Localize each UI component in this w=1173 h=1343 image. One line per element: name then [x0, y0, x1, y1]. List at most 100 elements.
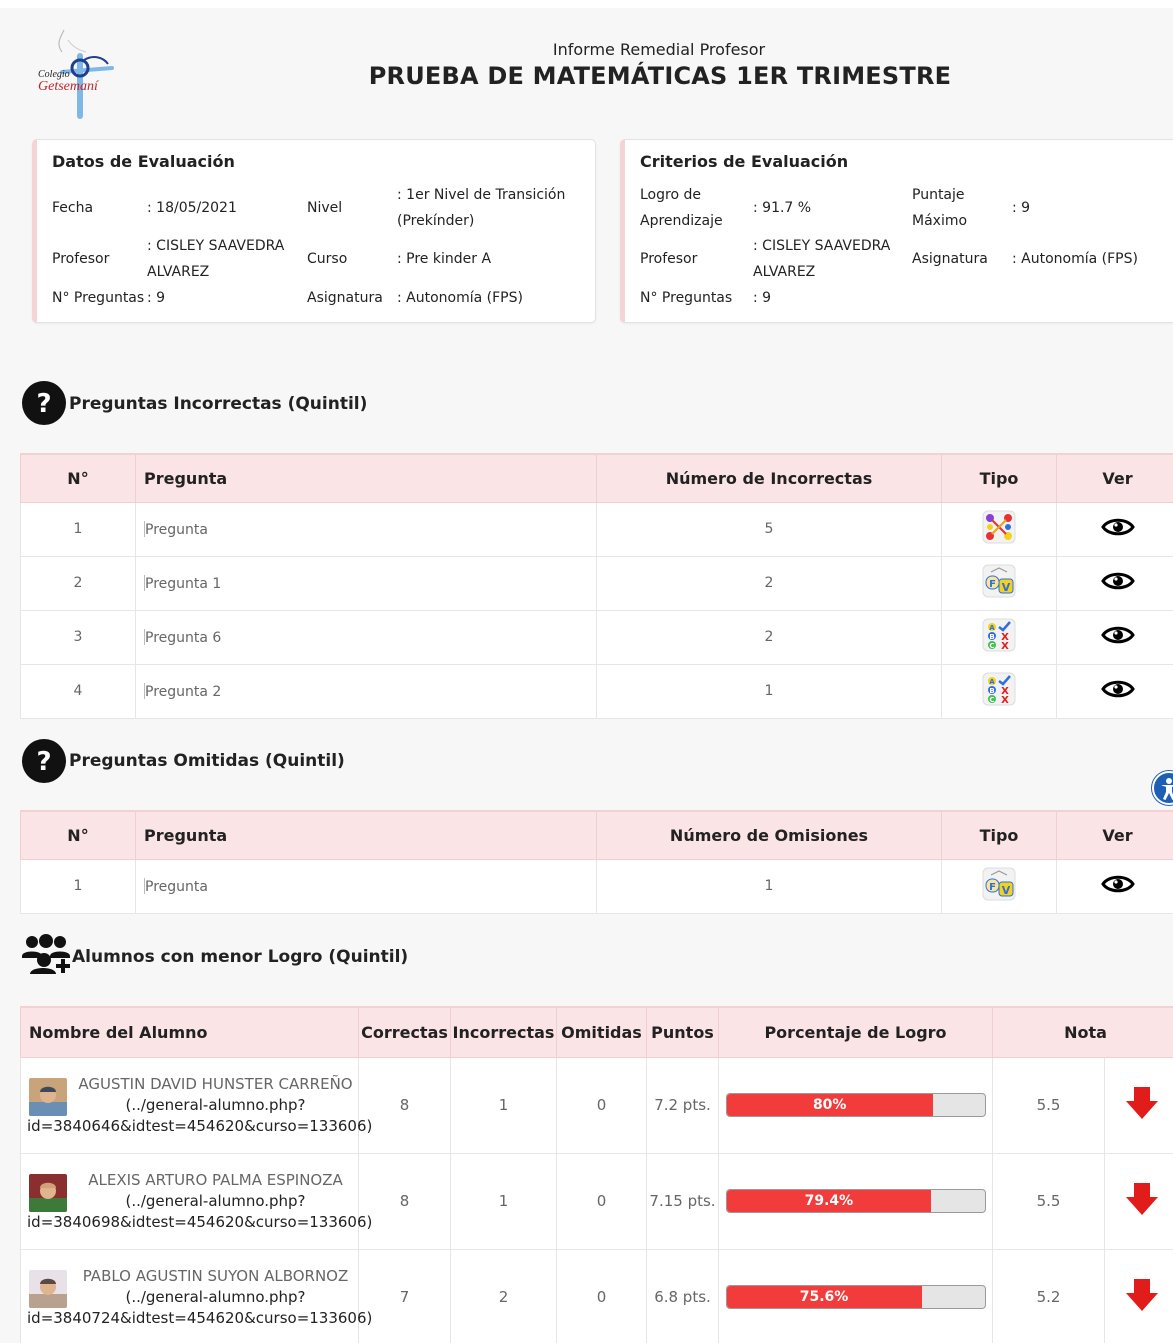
arrow-down-icon [1125, 1183, 1158, 1215]
fecha-value: : 18/05/2021 [147, 200, 237, 216]
true-false-icon: FV [982, 564, 1016, 602]
incorrectas-cell: 1 [450, 1152, 557, 1250]
count-cell: 1 [596, 858, 942, 914]
table-row: 2 Pregunta 12 FV [20, 555, 1173, 611]
svg-text:C: C [989, 642, 994, 650]
users-plus-icon [22, 934, 70, 974]
col-header-puntos: Puntos [646, 1006, 719, 1058]
ver-cell [1056, 663, 1173, 719]
eye-icon[interactable] [1100, 570, 1135, 596]
col-header-incorrectas: Número de Incorrectas [596, 453, 942, 503]
progress-label: 80% [812, 1097, 847, 1113]
logo-text-2: Getsemaní [38, 79, 99, 94]
count-cell: 2 [596, 555, 942, 611]
progress-label: 79.4% [804, 1193, 854, 1209]
question-circle-icon: ? [22, 381, 66, 425]
porcentaje-cell: 79.4% [718, 1152, 993, 1250]
question-link[interactable]: Pregunta 6 [135, 609, 597, 665]
incorrectas-title: Preguntas Incorrectas (Quintil) [69, 394, 368, 414]
progress-bar: 80% [725, 1093, 986, 1117]
question-link[interactable]: Pregunta [135, 858, 597, 914]
row-number: 3 [20, 609, 136, 665]
top-strip [0, 0, 1173, 8]
trend-cell [1103, 1152, 1173, 1250]
table-row: ALEXIS ARTURO PALMA ESPINOZA (../general-… [20, 1152, 1173, 1250]
ver-cell [1056, 858, 1173, 914]
omitidas-cell: 0 [556, 1152, 647, 1250]
svg-text:V: V [1002, 884, 1011, 897]
ver-cell [1056, 609, 1173, 665]
col-header-n: N° [20, 810, 136, 860]
eye-icon[interactable] [1100, 624, 1135, 650]
question-link[interactable]: Pregunta [135, 501, 597, 557]
eye-icon[interactable] [1100, 873, 1135, 899]
accessibility-button[interactable] [1152, 771, 1173, 805]
omitidas-cell: 0 [556, 1248, 647, 1343]
student-cell[interactable]: AGUSTIN DAVID HUNSTER CARREÑO (../general… [20, 1056, 372, 1154]
alumnos-title: Alumnos con menor Logro (Quintil) [72, 947, 409, 967]
tipo-cell: FV [941, 555, 1057, 611]
tipo-cell: ABXCX [941, 663, 1057, 719]
incorrectas-cell: 2 [450, 1248, 557, 1343]
asignatura-value: : Autonomía (FPS) [397, 290, 523, 306]
count-cell: 1 [596, 663, 942, 719]
row-number: 1 [20, 858, 136, 914]
student-link[interactable]: (../general-alumno.php? [125, 1288, 305, 1306]
student-link-params[interactable]: id=3840646&idtest=454620&curso=133606) [27, 1117, 372, 1135]
matching-icon [982, 510, 1016, 548]
arrow-down-icon [1125, 1087, 1158, 1119]
omitidas-table: N° Pregunta Número de Omisiones Tipo Ver… [20, 810, 1173, 914]
col-header-nota: Nota [991, 1006, 1173, 1058]
porcentaje-cell: 75.6% [718, 1248, 993, 1343]
count-cell: 2 [596, 609, 942, 665]
student-name: PABLO AGUSTIN SUYON ALBORNOZ [82, 1266, 349, 1285]
asignatura-value: : Autonomía (FPS) [1012, 251, 1138, 267]
student-cell[interactable]: ALEXIS ARTURO PALMA ESPINOZA (../general-… [20, 1152, 372, 1250]
question-link[interactable]: Pregunta 1 [135, 555, 597, 611]
nota-cell: 5.5 [992, 1056, 1105, 1154]
correctas-cell: 7 [358, 1248, 451, 1343]
avatar [29, 1173, 67, 1212]
student-cell[interactable]: PABLO AGUSTIN SUYON ALBORNOZ (../general-… [20, 1248, 372, 1343]
row-number: 2 [20, 555, 136, 611]
student-link-params[interactable]: id=3840724&idtest=454620&curso=133606) [27, 1309, 372, 1327]
ver-cell [1056, 501, 1173, 557]
eye-icon[interactable] [1100, 678, 1135, 704]
criterios-evaluacion-card: Criterios de Evaluación Logro de Aprendiz… [620, 139, 1173, 323]
nivel-label: Nivel [307, 200, 343, 216]
progress-bar: 75.6% [725, 1285, 986, 1309]
multiple-choice-icon: ABXCX [982, 672, 1016, 710]
profesor-value: : CISLEY SAAVEDRA ALVAREZ [147, 238, 285, 280]
student-link-params[interactable]: id=3840698&idtest=454620&curso=133606) [27, 1213, 372, 1231]
logro-value: : 91.7 % [753, 200, 812, 216]
nivel-value: : 1er Nivel de Transición (Prekínder) [397, 187, 566, 229]
svg-text:A: A [989, 678, 995, 686]
svg-text:B: B [989, 687, 994, 695]
col-header-nombre: Nombre del Alumno [20, 1006, 359, 1058]
asignatura-label: Asignatura [912, 251, 988, 267]
true-false-icon: FV [982, 867, 1016, 905]
preguntas-value: : 9 [147, 290, 166, 306]
student-link[interactable]: (../general-alumno.php? [125, 1192, 305, 1210]
col-header-n: N° [20, 453, 136, 503]
col-header-tipo: Tipo [941, 453, 1057, 503]
col-header-correctas: Correctas [358, 1006, 451, 1058]
student-link[interactable]: (../general-alumno.php? [125, 1096, 305, 1114]
svg-text:A: A [989, 624, 995, 632]
card-title: Datos de Evaluación [52, 152, 235, 171]
porcentaje-cell: 80% [718, 1056, 993, 1154]
col-header-tipo: Tipo [941, 810, 1057, 860]
nota-cell: 5.2 [992, 1248, 1105, 1343]
preguntas-label: N° Preguntas [52, 290, 145, 306]
question-link[interactable]: Pregunta 2 [135, 663, 597, 719]
ver-cell [1056, 555, 1173, 611]
trend-cell [1103, 1056, 1173, 1154]
preguntas-value: : 9 [753, 290, 772, 306]
profesor-value: : CISLEY SAAVEDRA ALVAREZ [753, 238, 891, 280]
svg-text:X: X [1001, 695, 1009, 706]
eye-icon[interactable] [1100, 516, 1135, 542]
table-row: 4 Pregunta 21 ABXCX [20, 663, 1173, 719]
report-subtitle: Informe Remedial Profesor [552, 40, 766, 59]
tipo-cell [941, 501, 1057, 557]
col-header-omisiones: Número de Omisiones [596, 810, 942, 860]
